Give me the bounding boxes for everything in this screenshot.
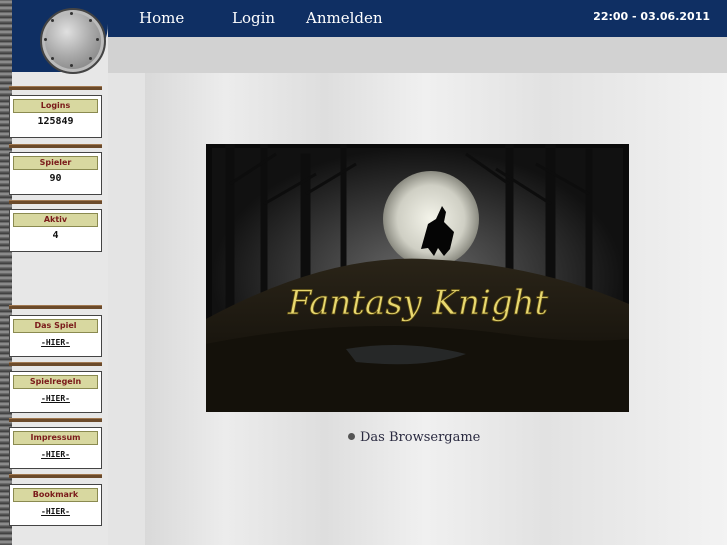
link-box-bookmark: Bookmark -HIER- [9, 484, 102, 526]
nav-login[interactable]: Login [232, 9, 275, 27]
banner-title: Fantasy Knight [287, 283, 549, 323]
link-label: Impressum [13, 431, 98, 445]
stat-value: 125849 [37, 116, 74, 127]
link-box-imprint: Impressum -HIER- [9, 427, 102, 469]
separator [9, 144, 102, 148]
nav-home[interactable]: Home [139, 9, 184, 27]
stat-label: Spieler [13, 156, 98, 170]
nav-register[interactable]: Anmelden [306, 9, 383, 27]
stat-box-logins: Logins 125849 [9, 95, 102, 138]
game-banner: Fantasy Knight [206, 144, 629, 412]
link-label: Bookmark [13, 488, 98, 502]
shield-logo-icon [40, 8, 106, 74]
separator [9, 362, 102, 366]
stat-label: Logins [13, 99, 98, 113]
stat-box-active: Aktiv 4 [9, 209, 102, 252]
caption: Das Browsergame [348, 430, 480, 445]
separator [9, 474, 102, 478]
stat-value: 90 [49, 173, 62, 184]
stat-label: Aktiv [13, 213, 98, 227]
stat-value: 4 [52, 230, 59, 241]
separator [9, 305, 102, 309]
link-box-rules: Spielregeln -HIER- [9, 371, 102, 413]
link-game[interactable]: -HIER- [10, 338, 101, 347]
link-box-game: Das Spiel -HIER- [9, 315, 102, 357]
sub-header-bar [108, 37, 727, 73]
stat-box-players: Spieler 90 [9, 152, 102, 195]
link-bookmark[interactable]: -HIER- [10, 507, 101, 516]
separator [9, 86, 102, 90]
caption-text: Das Browsergame [360, 430, 481, 445]
separator [9, 200, 102, 204]
link-rules[interactable]: -HIER- [10, 394, 101, 403]
separator [9, 418, 102, 422]
clock: 22:00 - 03.06.2011 [593, 10, 710, 23]
bullet-icon [348, 433, 355, 440]
link-imprint[interactable]: -HIER- [10, 450, 101, 459]
link-label: Spielregeln [13, 375, 98, 389]
moon-icon [383, 171, 479, 267]
link-label: Das Spiel [13, 319, 98, 333]
